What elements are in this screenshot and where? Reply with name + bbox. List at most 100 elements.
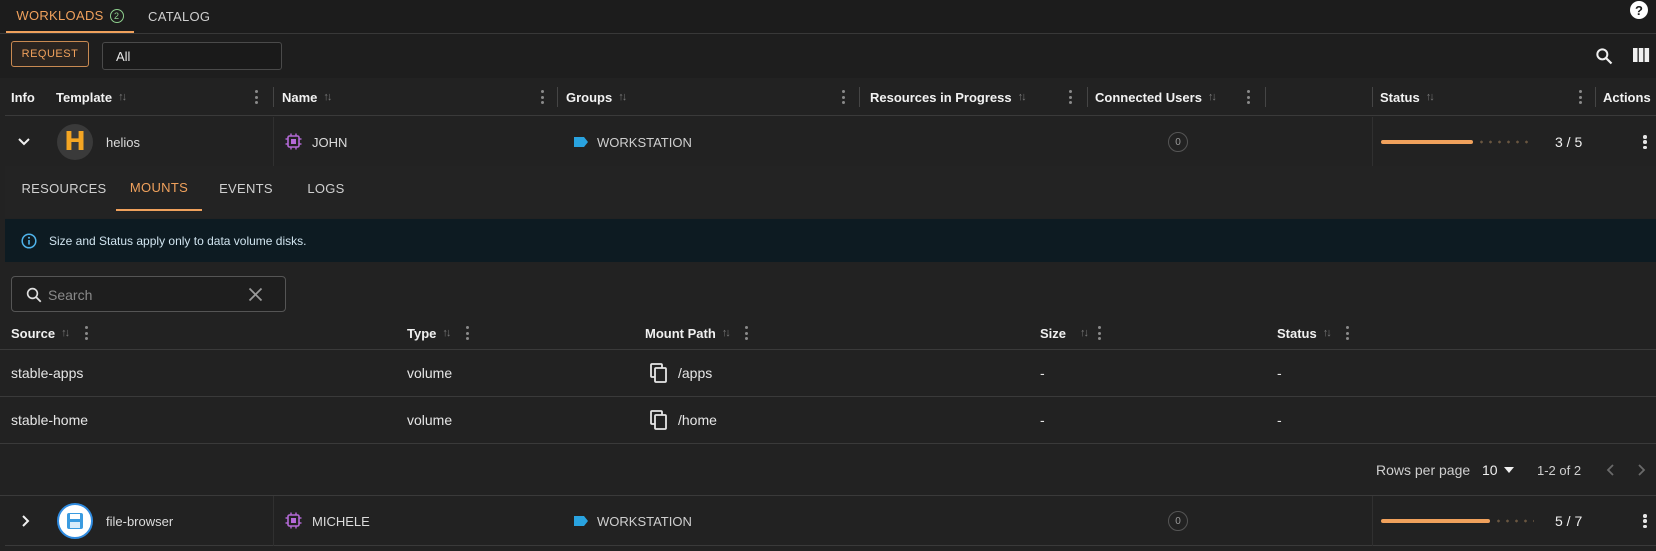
tab-events[interactable]: EVENTS <box>204 166 288 211</box>
request-button[interactable]: REQUEST <box>11 41 89 67</box>
help-icon[interactable]: ? <box>1630 1 1648 19</box>
status-count: 5 / 7 <box>1555 513 1583 529</box>
progress-fill <box>1381 519 1490 523</box>
chevron-right-icon[interactable] <box>18 513 34 529</box>
header-actions: Actions <box>1603 89 1651 105</box>
header-info: Info <box>11 89 35 105</box>
sort-icon[interactable]: ↑↓ <box>1018 91 1027 103</box>
sort-icon[interactable]: ↑↓ <box>61 327 70 339</box>
tab-catalog-label: CATALOG <box>148 9 211 24</box>
header-mount-path[interactable]: Mount Path ↑↓ <box>645 316 731 350</box>
workload-name: JOHN <box>312 134 348 150</box>
tab-resources[interactable]: RESOURCES <box>14 166 114 211</box>
row-actions-icon[interactable] <box>1643 135 1647 149</box>
chevron-right-icon[interactable] <box>1636 463 1648 477</box>
mount-type: volume <box>407 365 453 381</box>
tab-workloads[interactable]: WORKLOADS 2 <box>6 0 134 33</box>
mount-size: - <box>1040 365 1045 381</box>
details-tab-bar: RESOURCES MOUNTS EVENTS LOGS <box>5 166 1656 218</box>
top-tab-bar: WORKLOADS 2 CATALOG ? <box>0 0 1656 34</box>
column-menu-icon[interactable] <box>1346 326 1350 340</box>
chevron-left-icon[interactable] <box>1604 463 1616 477</box>
workload-name: MICHELE <box>312 513 370 529</box>
rows-per-page-select[interactable]: 10 <box>1482 444 1514 496</box>
table-row[interactable]: file-browser MICHELE WORKSTATION 0 5 / 7 <box>5 496 1656 546</box>
caret-down-icon <box>1503 467 1514 473</box>
tab-workloads-label: WORKLOADS <box>16 8 104 23</box>
header-size[interactable]: Size ↑↓ <box>1040 316 1089 350</box>
tab-catalog[interactable]: CATALOG <box>148 0 210 33</box>
chevron-down-icon[interactable] <box>16 134 32 150</box>
tag-icon <box>573 515 589 527</box>
mount-row: stable-apps volume /apps - - <box>0 350 1656 397</box>
header-source[interactable]: Source ↑↓ <box>11 316 70 350</box>
column-menu-icon[interactable] <box>255 90 259 104</box>
info-banner: Size and Status apply only to data volum… <box>5 219 1656 262</box>
toolbar: REQUEST All <box>0 34 1656 78</box>
template-name: helios <box>106 134 140 150</box>
group-label: WORKSTATION <box>597 134 692 150</box>
group-label: WORKSTATION <box>597 513 692 529</box>
info-message: Size and Status apply only to data volum… <box>49 233 307 248</box>
connected-users-badge: 0 <box>1168 132 1188 152</box>
mount-search-field[interactable] <box>11 276 286 312</box>
mount-size: - <box>1040 412 1045 428</box>
column-menu-icon[interactable] <box>842 90 846 104</box>
column-menu-icon[interactable] <box>745 326 749 340</box>
table-row[interactable]: H helios JOHN WORKSTATION 0 3 / 5 <box>5 117 1656 167</box>
file-browser-avatar <box>57 503 93 539</box>
rows-per-page-label: Rows per page <box>1376 462 1471 478</box>
sort-icon[interactable]: ↑↓ <box>323 91 332 103</box>
sort-icon[interactable]: ↑↓ <box>618 91 627 103</box>
header-name[interactable]: Name ↑↓ <box>282 78 332 116</box>
header-connected-users[interactable]: Connected Users ↑↓ <box>1095 78 1217 116</box>
chip-icon <box>285 133 302 150</box>
chip-icon <box>285 512 302 529</box>
column-menu-icon[interactable] <box>1069 90 1073 104</box>
search-input[interactable] <box>48 285 248 305</box>
row-actions-icon[interactable] <box>1643 514 1647 528</box>
copy-icon[interactable] <box>648 409 670 431</box>
search-icon <box>25 286 43 304</box>
column-menu-icon[interactable] <box>85 326 89 340</box>
workloads-table-header: Info Template ↑↓ Name ↑↓ Groups ↑↓ Resource… <box>5 78 1656 116</box>
tab-logs[interactable]: LOGS <box>290 166 362 211</box>
header-resources-in-progress[interactable]: Resources in Progress ↑↓ <box>870 78 1027 116</box>
header-type[interactable]: Type ↑↓ <box>407 316 451 350</box>
connected-users-badge: 0 <box>1168 511 1188 531</box>
sort-icon[interactable]: ↑↓ <box>1426 91 1435 103</box>
sort-icon[interactable]: ↑↓ <box>1080 327 1089 339</box>
sort-icon[interactable]: ↑↓ <box>118 91 127 103</box>
header-mount-status[interactable]: Status ↑↓ <box>1277 316 1332 350</box>
sort-icon[interactable]: ↑↓ <box>442 327 451 339</box>
progress-fill <box>1381 140 1473 144</box>
mount-path: /apps <box>678 365 713 381</box>
workloads-count-badge: 2 <box>109 8 124 23</box>
header-groups[interactable]: Groups ↑↓ <box>566 78 627 116</box>
tab-mounts[interactable]: MOUNTS <box>116 166 202 211</box>
header-template[interactable]: Template ↑↓ <box>56 78 127 116</box>
copy-icon[interactable] <box>648 362 670 384</box>
status-count: 3 / 5 <box>1555 134 1583 150</box>
column-menu-icon[interactable] <box>1098 326 1102 340</box>
column-menu-icon[interactable] <box>466 326 470 340</box>
column-menu-icon[interactable] <box>1247 90 1251 104</box>
columns-icon[interactable] <box>1632 47 1650 63</box>
column-menu-icon[interactable] <box>1579 90 1583 104</box>
mount-source: stable-home <box>11 412 89 428</box>
mount-type: volume <box>407 412 453 428</box>
mount-status: - <box>1277 412 1282 428</box>
status-progress-bar <box>1381 519 1534 523</box>
mount-status: - <box>1277 365 1282 381</box>
header-status[interactable]: Status ↑↓ <box>1380 78 1435 116</box>
mount-row: stable-home volume /home - - <box>0 397 1656 444</box>
pagination: Rows per page 10 1-2 of 2 <box>0 444 1656 496</box>
tag-icon <box>573 136 589 148</box>
sort-icon[interactable]: ↑↓ <box>1323 327 1332 339</box>
workload-filter-select[interactable]: All <box>102 42 282 70</box>
column-menu-icon[interactable] <box>541 90 545 104</box>
search-icon[interactable] <box>1594 46 1614 66</box>
clear-icon[interactable] <box>248 287 263 302</box>
sort-icon[interactable]: ↑↓ <box>722 327 731 339</box>
sort-icon[interactable]: ↑↓ <box>1208 91 1217 103</box>
